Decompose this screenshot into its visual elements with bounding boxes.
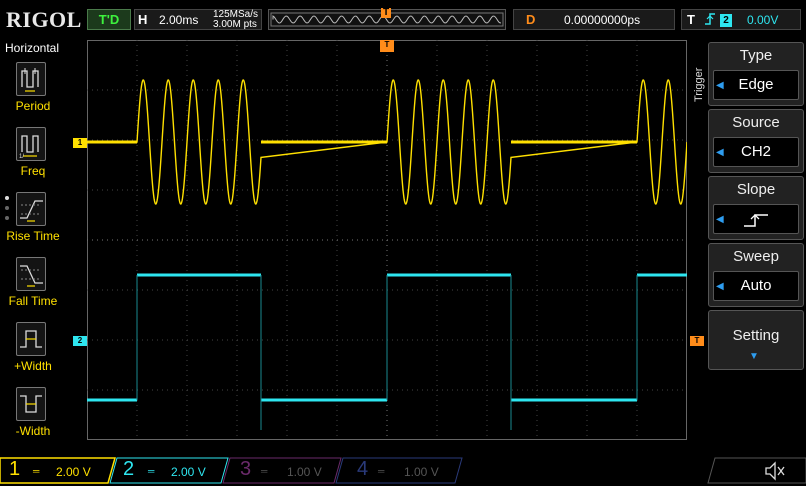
trigger-position-marker[interactable]: T — [380, 40, 394, 52]
positive-width-label: +Width — [14, 359, 52, 373]
ch3-scale: 1.00 V — [287, 465, 322, 479]
slope-value — [713, 204, 799, 234]
ch3-status-button[interactable]: 3 ═ 1.00 V — [228, 458, 338, 483]
trigger-source-badge: 2 — [720, 14, 732, 27]
trigger-sweep-button[interactable]: Sweep Auto ◀ — [708, 243, 804, 307]
rise-time-label: Rise Time — [6, 229, 60, 243]
trigger-setting-button[interactable]: Setting ▼ — [708, 310, 804, 370]
setting-down-arrow-icon: ▼ — [749, 351, 759, 362]
measure-period-button[interactable]: Period — [0, 62, 66, 126]
memory-trigger-marker: T — [381, 7, 392, 18]
ch1-offset-marker[interactable]: 1 — [73, 138, 87, 148]
ch1-number: 1 — [9, 458, 21, 480]
trigger-menu-side-label: Trigger — [693, 67, 705, 103]
sound-button[interactable] — [760, 459, 790, 483]
top-status-bar: RIGOL T'D H 2.00ms 125MSa/s 3.00M pts T … — [0, 0, 806, 38]
sweep-left-arrow-icon: ◀ — [716, 281, 724, 292]
slope-left-arrow-icon: ◀ — [716, 214, 724, 225]
positive-width-icon — [16, 322, 46, 356]
dc-coupling-icon: ═ — [148, 466, 155, 476]
source-value: CH2 — [713, 137, 799, 167]
measure-frequency-button[interactable]: 1/ Freq — [0, 127, 66, 191]
type-title: Type — [739, 47, 773, 64]
horizontal-menu-title: Horizontal — [5, 41, 60, 55]
ch1-status-button[interactable]: 1 ═ 2.00 V — [0, 458, 110, 483]
trigger-source-button[interactable]: Source CH2 ◀ — [708, 109, 804, 173]
run-state-badge[interactable]: T'D — [87, 9, 131, 30]
source-title: Source — [732, 114, 780, 131]
horizontal-timebase-box[interactable]: H 2.00ms 125MSa/s 3.00M pts — [134, 9, 262, 30]
channel-status-bar: 1 ═ 2.00 V 2 ═ 2.00 V 3 ═ 1.00 V 4 ═ 1.0… — [0, 455, 806, 486]
rising-slope-icon — [744, 214, 768, 227]
trigger-status-box[interactable]: T 2 0.00V — [681, 9, 801, 30]
memory-depth: 3.00M pts — [213, 19, 257, 30]
timebase-value: 2.00ms — [159, 13, 199, 27]
ch2-offset-marker[interactable]: 2 — [73, 336, 87, 346]
delay-value: 0.00000000ps — [564, 13, 641, 27]
ch4-scale: 1.00 V — [404, 465, 439, 479]
speaker-muted-icon — [765, 461, 785, 481]
delay-box[interactable]: D 0.00000000ps — [513, 9, 675, 30]
rigol-logo: RIGOL — [6, 7, 82, 32]
trigger-type-button[interactable]: Type Edge ◀ — [708, 42, 804, 106]
ch4-status-button[interactable]: 4 ═ 1.00 V — [341, 458, 459, 483]
h-label: H — [138, 12, 148, 27]
type-left-arrow-icon: ◀ — [716, 80, 724, 91]
svg-text:1/: 1/ — [19, 154, 24, 160]
dc-coupling-icon: ═ — [378, 466, 385, 476]
trigger-level: 0.00V — [747, 13, 779, 27]
delay-label: D — [526, 12, 536, 27]
ch1-scale: 2.00 V — [56, 465, 91, 479]
fall-time-icon — [16, 257, 46, 291]
type-value: Edge — [713, 70, 799, 100]
slope-title: Slope — [736, 181, 776, 198]
negative-width-icon — [16, 387, 46, 421]
rise-time-icon — [16, 192, 46, 226]
dc-coupling-icon: ═ — [33, 466, 40, 476]
ch2-status-button[interactable]: 2 ═ 2.00 V — [115, 458, 225, 483]
sweep-title: Sweep — [733, 248, 779, 265]
fall-time-label: Fall Time — [8, 294, 58, 308]
ch2-edges — [136, 275, 638, 430]
measure-negative-width-button[interactable]: -Width — [0, 387, 66, 451]
source-left-arrow-icon: ◀ — [716, 147, 724, 158]
memory-overview-bar[interactable]: T — [268, 7, 506, 30]
dc-coupling-icon: ═ — [261, 466, 268, 476]
horizontal-measure-menu: Horizontal Period 1/ Freq Rise Time Fall… — [0, 38, 66, 450]
ch2-number: 2 — [123, 458, 135, 480]
trigger-level-marker[interactable]: T — [690, 336, 704, 346]
trigger-label: T — [687, 12, 695, 27]
negative-width-label: -Width — [15, 424, 51, 438]
setting-title: Setting — [732, 327, 780, 344]
ch2-scale: 2.00 V — [171, 465, 206, 479]
measure-rise-time-button[interactable]: Rise Time — [0, 192, 66, 256]
period-icon — [16, 62, 46, 96]
measure-positive-width-button[interactable]: +Width — [0, 322, 66, 386]
ch4-number: 4 — [357, 458, 369, 480]
ch3-number: 3 — [240, 458, 252, 480]
trigger-slope-button[interactable]: Slope ◀ — [708, 176, 804, 240]
frequency-icon: 1/ — [16, 127, 46, 161]
waveform-display[interactable] — [87, 40, 687, 440]
measure-fall-time-button[interactable]: Fall Time — [0, 257, 66, 321]
period-label: Period — [15, 99, 51, 113]
graticule — [87, 40, 687, 440]
frequency-label: Freq — [20, 164, 46, 178]
rising-edge-icon — [704, 11, 716, 30]
sweep-value: Auto — [713, 271, 799, 301]
